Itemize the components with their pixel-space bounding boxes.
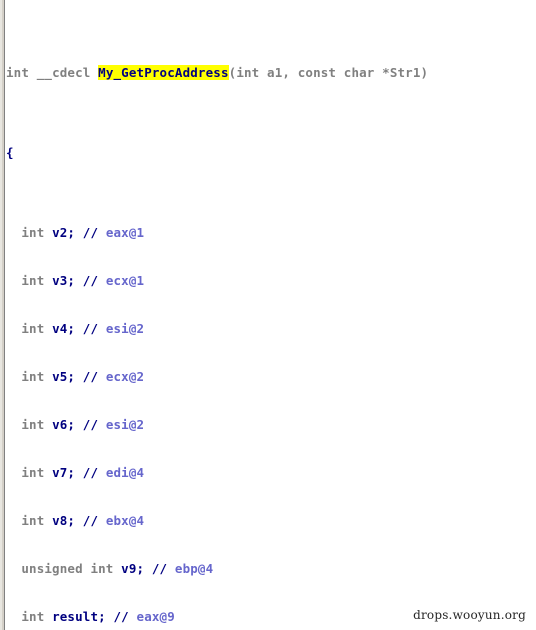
decl-name[interactable]: v5;: [52, 369, 75, 384]
decl-name[interactable]: v9;: [121, 561, 144, 576]
decl-name[interactable]: v6;: [52, 417, 75, 432]
decl-type: int: [21, 321, 45, 336]
declaration-line-v4[interactable]: int v4; // esi@2: [6, 321, 536, 337]
decl-comment: ebx@4: [98, 513, 145, 528]
function-signature-line[interactable]: int __cdecl My_GetProcAddress(int a1, co…: [6, 65, 536, 81]
decl-type: int: [21, 513, 45, 528]
decl-type: int: [21, 417, 45, 432]
declaration-line-v3[interactable]: int v3; // ecx@1: [6, 273, 536, 289]
decl-comment: esi@2: [98, 417, 145, 432]
watermark: drops.wooyun.org: [413, 608, 526, 622]
function-name[interactable]: My_GetProcAddress: [98, 65, 229, 80]
function-parameters: (int a1, const char *Str1): [228, 65, 429, 80]
code-gutter-highlight: [0, 0, 2, 630]
decl-type: int: [21, 369, 45, 384]
decl-comment: ecx@2: [98, 369, 145, 384]
decompiler-pseudocode-window: int __cdecl My_GetProcAddress(int a1, co…: [0, 0, 536, 630]
pseudocode-text[interactable]: int __cdecl My_GetProcAddress(int a1, co…: [6, 1, 536, 630]
function-return-type: int: [6, 65, 30, 80]
declaration-line-v8[interactable]: int v8; // ebx@4: [6, 513, 536, 529]
decl-type: int: [21, 609, 45, 624]
declaration-line-v5[interactable]: int v5; // ecx@2: [6, 369, 536, 385]
function-calling-convention: __cdecl: [36, 65, 91, 80]
decl-comment: ebp@4: [167, 561, 214, 576]
decl-name[interactable]: v2;: [52, 225, 75, 240]
decl-comment: esi@2: [98, 321, 145, 336]
declaration-line-v9[interactable]: unsigned int v9; // ebp@4: [6, 561, 536, 577]
decl-name[interactable]: result;: [52, 609, 106, 624]
function-open-brace-line: {: [6, 145, 536, 161]
declaration-line-v6[interactable]: int v6; // esi@2: [6, 417, 536, 433]
decl-type: int: [21, 273, 45, 288]
decl-name[interactable]: v4;: [52, 321, 75, 336]
decl-name[interactable]: v3;: [52, 273, 75, 288]
decl-type: unsigned int: [21, 561, 114, 576]
declaration-line-v2[interactable]: int v2; // eax@1: [6, 225, 536, 241]
open-brace: {: [6, 145, 14, 160]
decl-comment: eax@1: [98, 225, 145, 240]
declaration-line-v7[interactable]: int v7; // edi@4: [6, 465, 536, 481]
decl-comment: ecx@1: [98, 273, 145, 288]
decl-type: int: [21, 225, 45, 240]
decl-comment: edi@4: [98, 465, 145, 480]
decl-type: int: [21, 465, 45, 480]
decl-comment: eax@9: [128, 609, 175, 624]
decl-name[interactable]: v7;: [52, 465, 75, 480]
code-gutter: [0, 0, 5, 630]
decl-name[interactable]: v8;: [52, 513, 75, 528]
